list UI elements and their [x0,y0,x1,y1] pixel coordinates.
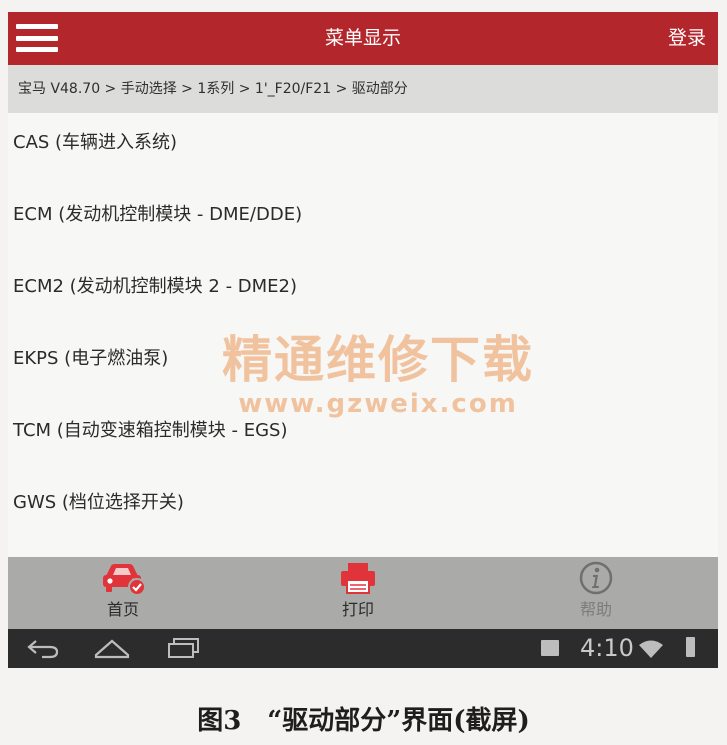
list-item-ecm[interactable]: ECM (发动机控制模块 - DME/DDE) [8,185,718,257]
bottom-nav: 首页 打印 帮助 [8,557,718,629]
wifi-icon [639,640,663,658]
info-icon [579,561,613,595]
printer-icon [341,563,375,594]
list-item-ecm2[interactable]: ECM2 (发动机控制模块 2 - DME2) [8,257,718,329]
figure-caption: 图3 “驱动部分”界面(截屏) [197,706,530,736]
car-check-icon [103,564,146,596]
app-screen: 菜单显示 登录 宝马 V48.70 > 手动选择 > 1系列 > 1'_F20/… [8,12,718,668]
back-icon[interactable] [26,637,60,659]
breadcrumb: 宝马 V48.70 > 手动选择 > 1系列 > 1'_F20/F21 > 驱动… [8,65,718,113]
system-nav-bar: 4:10 [8,629,718,668]
list-item-cas[interactable]: CAS (车辆进入系统) [8,113,718,185]
list-item-ekps[interactable]: EKPS (电子燃油泵) [8,329,718,401]
battery-icon [686,637,695,657]
print-label: 打印 [341,600,374,619]
home-nav-icon[interactable] [93,637,131,659]
home-label: 首页 [106,600,139,619]
module-list: CAS (车辆进入系统) ECM (发动机控制模块 - DME/DDE) ECM… [8,113,718,545]
help-label: 帮助 [579,600,612,619]
header-bar: 菜单显示 登录 [8,12,718,65]
login-button[interactable]: 登录 [668,12,706,65]
list-item-tcm[interactable]: TCM (自动变速箱控制模块 - EGS) [8,401,718,473]
page-title: 菜单显示 [324,27,401,49]
gallery-icon [541,640,559,656]
help-button[interactable]: 帮助 [536,557,656,629]
home-button[interactable]: 首页 [63,557,183,629]
clock: 4:10 [580,634,634,662]
print-button[interactable]: 打印 [298,557,418,629]
recent-apps-icon[interactable] [166,637,202,659]
list-item-gws[interactable]: GWS (档位选择开关) [8,473,718,545]
